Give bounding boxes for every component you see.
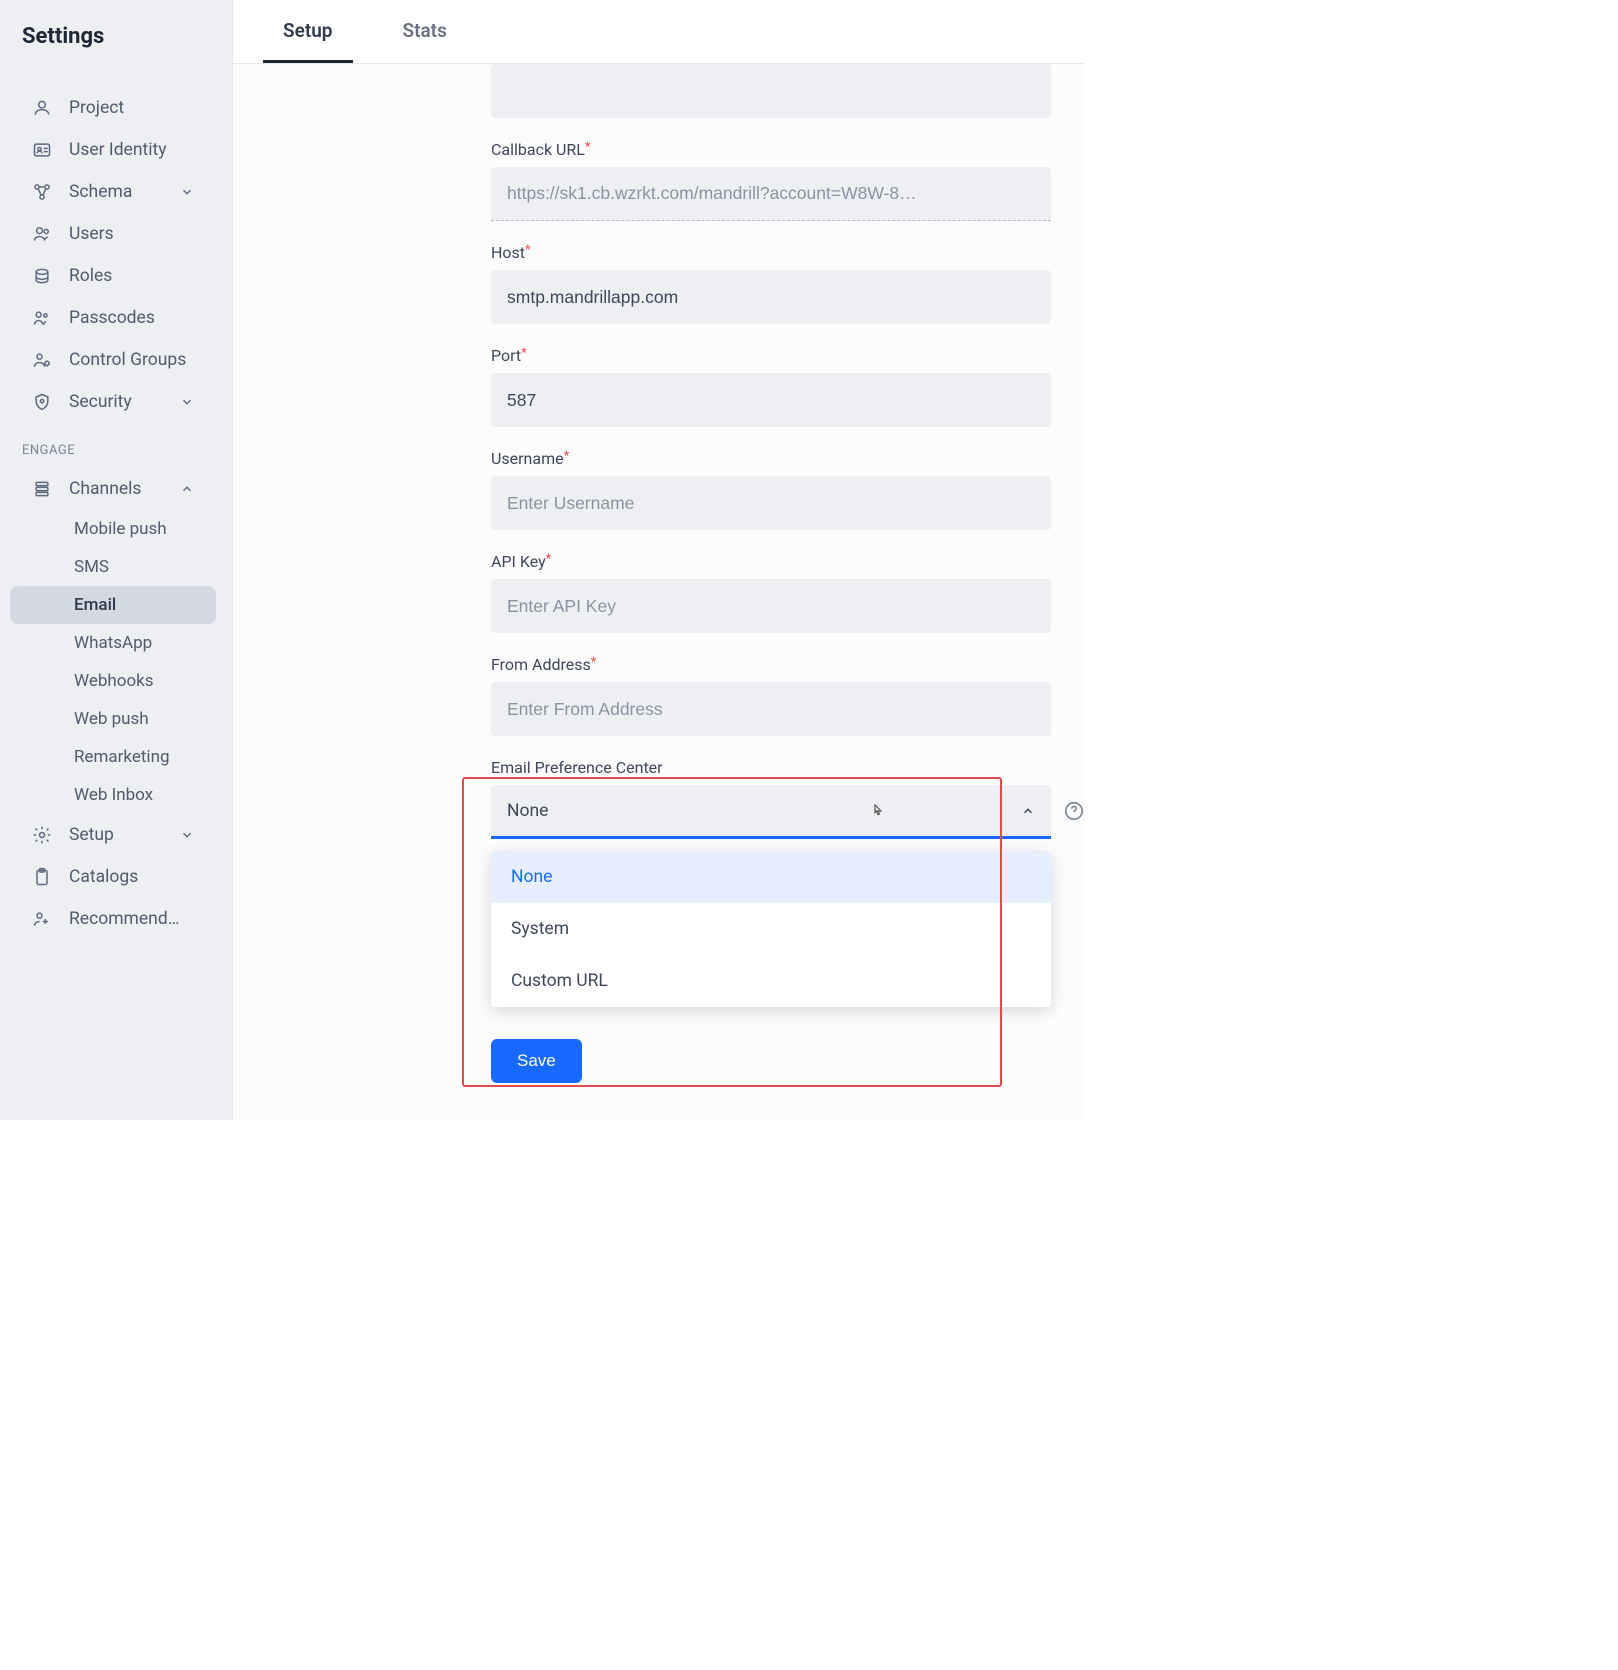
callback-url-input bbox=[491, 167, 1051, 221]
sidebar-title: Settings bbox=[0, 0, 232, 87]
sidebar-item-user-identity[interactable]: User Identity bbox=[10, 129, 216, 171]
channel-web-inbox[interactable]: Web Inbox bbox=[10, 776, 216, 814]
main-panel: Setup Stats Callback URL* Host* Port* bbox=[232, 0, 1085, 1120]
sidebar-item-label: Channels bbox=[69, 479, 141, 499]
sidebar-item-label: Users bbox=[69, 224, 114, 244]
email-pref-center-select-wrap: None None System Custom URL bbox=[491, 785, 1051, 839]
channel-whatsapp[interactable]: WhatsApp bbox=[10, 624, 216, 662]
sidebar-item-label: Schema bbox=[69, 182, 132, 202]
sidebar-item-label: Project bbox=[69, 98, 124, 118]
gear-icon bbox=[32, 825, 52, 845]
sidebar-item-security[interactable]: Security bbox=[10, 381, 216, 423]
passcodes-icon bbox=[32, 308, 52, 328]
roles-icon bbox=[32, 266, 52, 286]
chevron-down-icon bbox=[180, 828, 194, 842]
sidebar-item-label: User Identity bbox=[69, 140, 167, 160]
tab-setup[interactable]: Setup bbox=[263, 0, 353, 63]
email-setup-form: Callback URL* Host* Port* Username* API bbox=[491, 64, 1051, 1120]
shield-icon bbox=[32, 392, 52, 412]
engage-section-label: ENGAGE bbox=[0, 423, 226, 468]
channel-mobile-push[interactable]: Mobile push bbox=[10, 510, 216, 548]
user-icon bbox=[32, 98, 52, 118]
from-address-label: From Address* bbox=[491, 655, 1051, 674]
chevron-up-icon bbox=[1021, 804, 1035, 818]
form-scroll-area[interactable]: Callback URL* Host* Port* Username* API bbox=[233, 64, 1085, 1120]
settings-sidebar: Settings Project User Identity Schema Us… bbox=[0, 0, 232, 1120]
chevron-down-icon bbox=[180, 185, 194, 199]
api-key-label: API Key* bbox=[491, 552, 1051, 571]
id-card-icon bbox=[32, 140, 52, 160]
email-pref-center-dropdown: None System Custom URL bbox=[491, 851, 1051, 1007]
sidebar-item-users[interactable]: Users bbox=[10, 213, 216, 255]
channel-webhooks[interactable]: Webhooks bbox=[10, 662, 216, 700]
channel-sms[interactable]: SMS bbox=[10, 548, 216, 586]
help-icon[interactable] bbox=[1063, 800, 1085, 822]
port-input[interactable] bbox=[491, 373, 1051, 427]
sidebar-item-label: Security bbox=[69, 392, 132, 412]
recommend-icon bbox=[32, 909, 52, 929]
port-label: Port* bbox=[491, 346, 1051, 365]
sidebar-item-label: Recommend… bbox=[69, 909, 179, 929]
sidebar-item-label: Control Groups bbox=[69, 350, 186, 370]
unnamed-input[interactable] bbox=[491, 64, 1051, 118]
tabs-bar: Setup Stats bbox=[233, 0, 1085, 64]
email-pref-center-label: Email Preference Center bbox=[491, 758, 1051, 777]
sidebar-item-channels[interactable]: Channels bbox=[10, 468, 216, 510]
pointer-cursor-icon bbox=[869, 802, 887, 820]
host-label: Host* bbox=[491, 243, 1051, 262]
from-address-input[interactable] bbox=[491, 682, 1051, 736]
channel-email[interactable]: Email bbox=[10, 586, 216, 624]
sidebar-item-schema[interactable]: Schema bbox=[10, 171, 216, 213]
sidebar-item-label: Roles bbox=[69, 266, 112, 286]
username-label: Username* bbox=[491, 449, 1051, 468]
dropdown-option-none[interactable]: None bbox=[491, 851, 1051, 903]
dropdown-option-custom-url[interactable]: Custom URL bbox=[491, 955, 1051, 1007]
tab-stats[interactable]: Stats bbox=[383, 0, 467, 63]
host-input[interactable] bbox=[491, 270, 1051, 324]
channels-icon bbox=[32, 479, 52, 499]
dropdown-option-system[interactable]: System bbox=[491, 903, 1051, 955]
sidebar-item-label: Setup bbox=[69, 825, 114, 845]
api-key-input[interactable] bbox=[491, 579, 1051, 633]
sidebar-item-label: Catalogs bbox=[69, 867, 138, 887]
username-input[interactable] bbox=[491, 476, 1051, 530]
control-groups-icon bbox=[32, 350, 52, 370]
sidebar-item-control-groups[interactable]: Control Groups bbox=[10, 339, 216, 381]
sidebar-item-recommend[interactable]: Recommend… bbox=[10, 898, 216, 940]
email-pref-center-select[interactable]: None bbox=[491, 785, 1051, 839]
schema-icon bbox=[32, 182, 52, 202]
sidebar-item-project[interactable]: Project bbox=[10, 87, 216, 129]
channel-web-push[interactable]: Web push bbox=[10, 700, 216, 738]
sidebar-item-label: Passcodes bbox=[69, 308, 155, 328]
chevron-up-icon bbox=[180, 482, 194, 496]
sidebar-item-roles[interactable]: Roles bbox=[10, 255, 216, 297]
clipboard-icon bbox=[32, 867, 52, 887]
sidebar-item-passcodes[interactable]: Passcodes bbox=[10, 297, 216, 339]
sidebar-item-setup[interactable]: Setup bbox=[10, 814, 216, 856]
users-icon bbox=[32, 224, 52, 244]
select-value: None bbox=[507, 801, 548, 821]
chevron-down-icon bbox=[180, 395, 194, 409]
sidebar-scroll[interactable]: Project User Identity Schema Users Roles bbox=[0, 87, 232, 1120]
save-button[interactable]: Save bbox=[491, 1039, 582, 1083]
channel-remarketing[interactable]: Remarketing bbox=[10, 738, 216, 776]
callback-url-label: Callback URL* bbox=[491, 140, 1051, 159]
sidebar-item-catalogs[interactable]: Catalogs bbox=[10, 856, 216, 898]
